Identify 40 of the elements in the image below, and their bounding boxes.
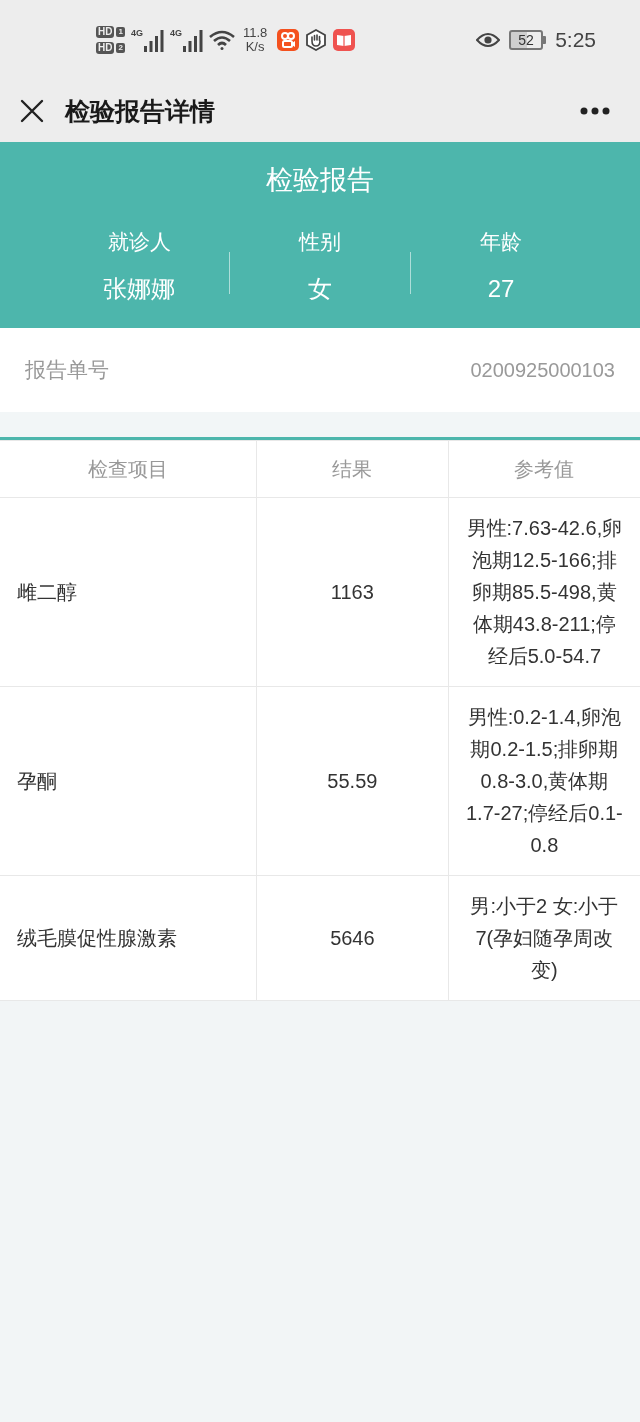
network-type-label: 4G (169, 28, 182, 38)
patient-field-label: 年龄 (480, 229, 522, 255)
signal-bars-icon (143, 30, 164, 52)
close-button[interactable] (20, 99, 44, 123)
wifi-icon (208, 30, 235, 50)
camera-app-icon (277, 29, 300, 51)
patient-field-value: 27 (487, 274, 515, 304)
test-item-cell: 雌二醇 (0, 497, 257, 687)
network-speed-unit: K/s (245, 40, 265, 54)
patient-field-label: 性别 (299, 229, 341, 255)
result-cell: 1163 (256, 497, 449, 687)
patient-field-value: 张娜娜 (103, 274, 175, 304)
sim-slot-badge: 2 (116, 43, 125, 53)
page-title: 检验报告详情 (65, 95, 215, 127)
report-title: 检验报告 (265, 164, 375, 197)
battery-indicator: 52 (509, 30, 547, 50)
column-header: 检查项目 (0, 440, 257, 498)
network-type-label: 4G (130, 28, 143, 38)
test-item-cell: 绒毛膜促性腺激素 (0, 875, 257, 1001)
more-button[interactable] (580, 107, 610, 115)
result-cell: 55.59 (256, 686, 449, 876)
more-icon (580, 107, 610, 115)
hd-badge: HD (96, 26, 115, 38)
report-number-label: 报告单号 (25, 357, 109, 383)
result-cell: 5646 (256, 875, 449, 1001)
eye-icon (476, 32, 501, 48)
report-number-value: 0200925000103 (470, 358, 615, 382)
test-item-cell: 孕酮 (0, 686, 257, 876)
close-icon (20, 99, 44, 123)
sim-slot-badge: 1 (116, 27, 125, 37)
network-speed-value: 11.8 (242, 26, 268, 40)
patient-field-value: 女 (308, 274, 332, 304)
signal-bars-icon (182, 30, 203, 52)
book-icon (333, 29, 356, 51)
column-header: 结果 (256, 440, 449, 498)
clock-time: 5:25 (555, 28, 596, 52)
hd-badge: HD (96, 42, 115, 54)
hand-icon (305, 29, 328, 51)
patient-field-label: 就诊人 (107, 229, 171, 255)
column-header: 参考值 (448, 440, 640, 498)
